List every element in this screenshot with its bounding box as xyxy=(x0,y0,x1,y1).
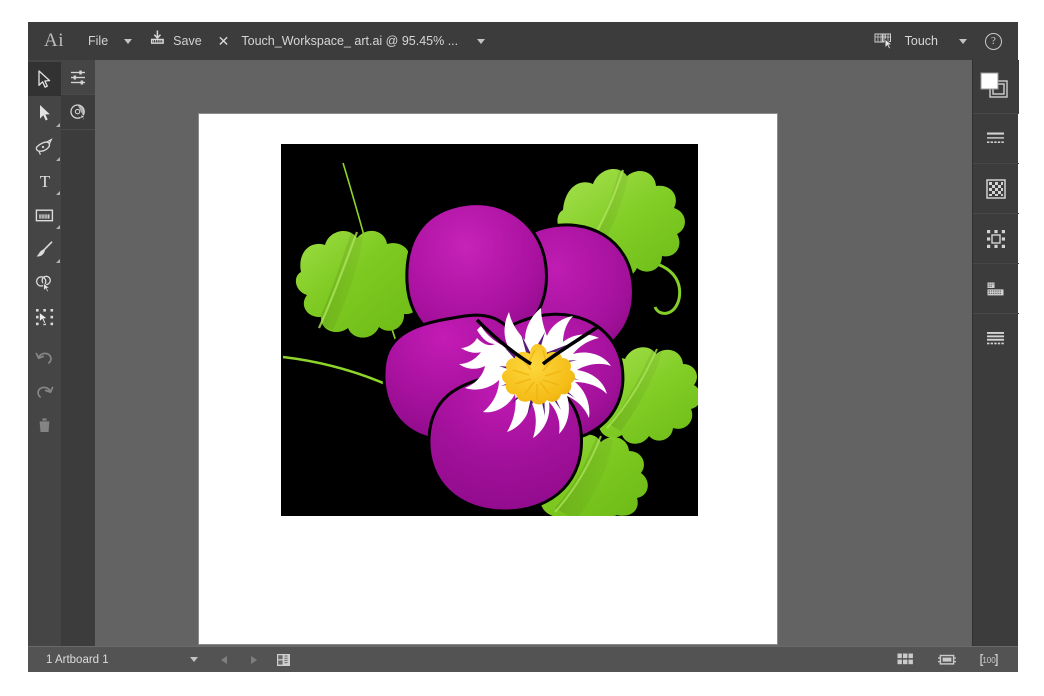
document-tab[interactable]: Touch_Workspace_ art.ai @ 95.45% ... xyxy=(239,22,486,60)
screen-mode-button[interactable] xyxy=(932,647,962,673)
chevron-down-icon xyxy=(189,657,198,662)
sliders-icon xyxy=(70,70,85,84)
close-document-button[interactable]: ✕ xyxy=(208,22,240,60)
svg-text:100: 100 xyxy=(982,656,996,665)
document-title: Touch_Workspace_ art.ai @ 95.45% ... xyxy=(241,34,459,48)
align-icon xyxy=(987,282,1003,295)
transform-panel-button[interactable] xyxy=(972,214,1019,264)
shape-builder-tool[interactable] xyxy=(28,266,61,300)
status-bar: 1 Artboard 1 100 xyxy=(28,646,1018,672)
artboard-navigation-icon xyxy=(277,653,291,666)
color-panel-button[interactable] xyxy=(61,95,95,130)
zoom-level-icon: 100 xyxy=(980,653,998,666)
touch-workspace-dropdown[interactable] xyxy=(947,38,979,44)
tool-flyout-icon xyxy=(56,123,60,127)
artwork-pansy-illustration[interactable] xyxy=(281,144,698,516)
close-x-icon: ✕ xyxy=(217,33,230,49)
save-button[interactable]: Save xyxy=(146,22,208,60)
direct-selection-tool[interactable] xyxy=(28,96,61,130)
secondary-panel-column xyxy=(61,60,95,646)
properties-panel-button[interactable] xyxy=(61,60,95,95)
pen-tool[interactable] xyxy=(28,130,61,164)
tool-flyout-icon xyxy=(56,157,60,161)
fill-stroke-swatch[interactable] xyxy=(972,60,1019,114)
illustrator-window: Ai File Save ✕ Touch_Workspace_ art.ai @… xyxy=(28,22,1019,672)
arrange-documents-icon xyxy=(897,653,913,665)
touch-workspace-label: Touch xyxy=(904,34,938,48)
menu-file-label: File xyxy=(88,34,109,48)
artboard-selector-dropdown[interactable] xyxy=(179,647,209,673)
canvas-area[interactable] xyxy=(95,60,972,646)
right-panel xyxy=(972,60,1019,646)
save-icon xyxy=(148,22,167,60)
tools-panel: T xyxy=(28,60,61,646)
screen-mode-icon xyxy=(938,654,956,665)
stroke-lines-icon xyxy=(986,132,1004,143)
menu-file-dropdown[interactable] xyxy=(118,22,146,60)
transparency-panel-button[interactable] xyxy=(972,164,1019,214)
free-transform-tool[interactable] xyxy=(28,300,61,334)
artboard-navigation-button[interactable] xyxy=(269,647,299,673)
menu-bar: Ai File Save ✕ Touch_Workspace_ art.ai @… xyxy=(28,22,1018,60)
artboard[interactable] xyxy=(198,113,778,645)
menu-file[interactable]: File xyxy=(78,22,118,60)
rectangle-tool[interactable] xyxy=(28,198,61,232)
delete-button[interactable] xyxy=(28,408,61,442)
arrow-right-icon xyxy=(250,655,257,664)
align-panel-button[interactable] xyxy=(972,264,1019,314)
chevron-down-icon xyxy=(477,38,486,44)
svg-text:T: T xyxy=(39,172,50,190)
prev-artboard-button[interactable] xyxy=(209,647,239,673)
zoom-level-button[interactable]: 100 xyxy=(974,647,1004,673)
app-logo: Ai xyxy=(44,30,64,51)
tool-flyout-icon xyxy=(56,259,60,263)
checkerboard-icon xyxy=(985,178,1006,199)
next-artboard-button[interactable] xyxy=(239,647,269,673)
tool-flyout-icon xyxy=(56,191,60,195)
layers-panel-button[interactable] xyxy=(973,314,1019,364)
transform-handles-icon xyxy=(986,229,1005,248)
chevron-down-icon xyxy=(124,38,133,44)
arrow-left-icon xyxy=(220,655,227,664)
color-wheel-icon xyxy=(69,103,86,121)
stroke-panel-button[interactable] xyxy=(972,114,1019,164)
touch-workspace-icon[interactable] xyxy=(874,32,896,50)
paintbrush-tool[interactable] xyxy=(28,232,61,266)
save-label: Save xyxy=(173,34,202,48)
artboard-selector-value[interactable]: 1 Artboard 1 xyxy=(28,654,119,666)
tool-flyout-icon xyxy=(56,225,60,229)
arrange-documents-button[interactable] xyxy=(890,647,920,673)
type-tool[interactable]: T xyxy=(28,164,61,198)
pansy-flower-vector xyxy=(281,144,698,516)
help-icon[interactable]: ? xyxy=(985,32,1002,50)
layers-lines-icon xyxy=(986,332,1004,345)
workspace-body: T xyxy=(28,60,1019,646)
undo-button[interactable] xyxy=(28,340,61,374)
selection-tool[interactable] xyxy=(28,62,61,96)
redo-button[interactable] xyxy=(28,374,61,408)
chevron-down-icon xyxy=(959,38,967,44)
